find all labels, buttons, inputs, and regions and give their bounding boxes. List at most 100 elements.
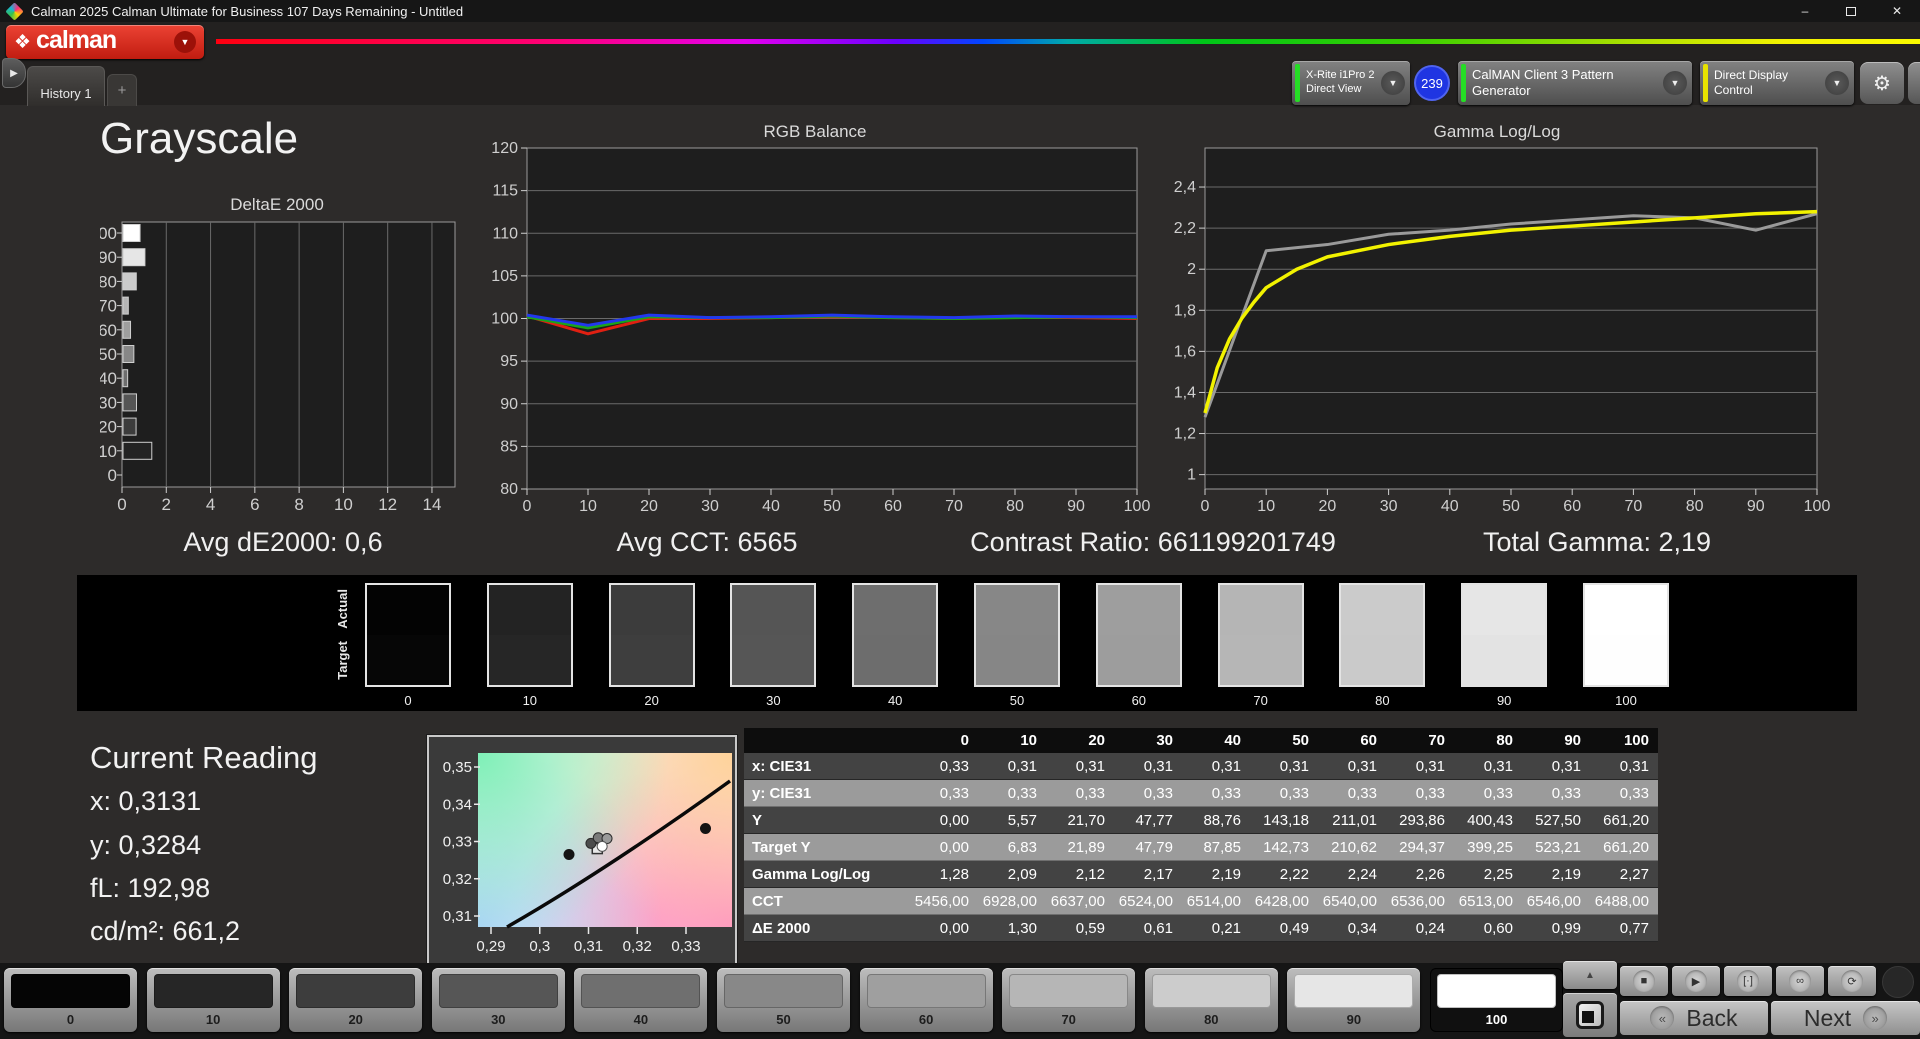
table-col-header-10: 10 <box>978 728 1046 753</box>
table-row-label: y: CIE31 <box>744 780 910 807</box>
svg-text:1,8: 1,8 <box>1174 302 1196 319</box>
pattern-window-button[interactable] <box>1563 993 1617 1037</box>
swatch-actual-half <box>1585 585 1667 635</box>
table-row-label: Y <box>744 807 910 834</box>
table-cell-50: 143,18 <box>1250 807 1318 834</box>
app-header: ❖ calman ▼ ▶ History 1 + X-Rite i1Pro 2D… <box>0 22 1920 106</box>
back-button[interactable]: « Back <box>1620 1001 1768 1035</box>
svg-text:60: 60 <box>100 321 117 340</box>
swatch-level-label: 80 <box>1375 693 1390 708</box>
table-cell-20: 21,70 <box>1046 807 1114 834</box>
pattern-level-label: 90 <box>1346 1012 1362 1027</box>
svg-text:70: 70 <box>1625 498 1643 515</box>
svg-text:60: 60 <box>884 498 902 515</box>
svg-text:10: 10 <box>334 495 353 514</box>
collapse-tray-button[interactable]: ▲ <box>1563 961 1617 989</box>
current-reading-y: y: 0,3284 <box>90 830 202 860</box>
strip-actual-label: Actual <box>335 589 350 629</box>
grayscale-swatch-70 <box>1217 583 1304 687</box>
table-col-header-70: 70 <box>1386 728 1454 753</box>
app-logo-icon <box>5 1 24 21</box>
grayscale-swatch-20 <box>608 583 695 687</box>
table-cell-50: 0,31 <box>1250 753 1318 780</box>
table-cell-100: 661,20 <box>1590 807 1658 834</box>
swatch-level-label: 40 <box>887 693 903 708</box>
meter-dropdown[interactable]: X-Rite i1Pro 2 Direct View ▼ <box>1292 61 1410 105</box>
svg-text:RGB Balance: RGB Balance <box>764 122 867 141</box>
grayscale-swatch-30 <box>730 583 817 687</box>
table-cell-90: 523,21 <box>1522 834 1590 861</box>
loop-button[interactable]: ⟳ <box>1828 966 1876 996</box>
display-control-dropdown[interactable]: Direct Display Control ▼ <box>1700 61 1854 105</box>
stop-button[interactable]: ■ <box>1620 966 1668 996</box>
settings-gear-button[interactable]: ⚙ <box>1860 62 1904 104</box>
table-cell-0: 0,00 <box>910 834 978 861</box>
grayscale-swatch-100 <box>1583 583 1669 687</box>
svg-text:10: 10 <box>579 498 597 515</box>
add-tab-button[interactable]: + <box>107 74 137 106</box>
svg-text:50: 50 <box>100 345 117 364</box>
current-reading-cdm2: cd/m²: 661,2 <box>90 916 241 946</box>
svg-text:2: 2 <box>1187 261 1196 278</box>
pattern-level-button-30[interactable]: 30 <box>431 968 565 1032</box>
single-measure-button[interactable]: [·] <box>1724 966 1772 996</box>
table-corner-cell <box>744 728 910 753</box>
pattern-level-button-70[interactable]: 70 <box>1002 968 1136 1032</box>
pattern-level-label: 10 <box>205 1012 221 1027</box>
table-cell-90: 0,31 <box>1522 753 1590 780</box>
close-button[interactable]: ✕ <box>1874 0 1920 22</box>
pattern-level-chip <box>1009 974 1129 1008</box>
table-cell-30: 0,61 <box>1114 915 1182 942</box>
pattern-level-button-100[interactable]: 100 <box>1430 968 1563 1032</box>
pattern-level-button-80[interactable]: 80 <box>1144 968 1278 1032</box>
tab-scroll-button[interactable]: ▶ <box>2 58 26 88</box>
svg-text:DeltaE 2000: DeltaE 2000 <box>230 195 324 214</box>
table-col-header-0: 0 <box>910 728 978 753</box>
svg-text:90: 90 <box>500 396 518 413</box>
table-cell-70: 294,37 <box>1386 834 1454 861</box>
current-reading-x: x: 0,3131 <box>90 786 202 816</box>
table-cell-40: 88,76 <box>1182 807 1250 834</box>
maximize-button[interactable] <box>1828 0 1874 22</box>
pattern-level-button-10[interactable]: 10 <box>146 968 280 1032</box>
table-cell-90: 0,33 <box>1522 780 1590 807</box>
table-cell-30: 6524,00 <box>1114 888 1182 915</box>
play-button[interactable]: ▶ <box>1672 966 1720 996</box>
svg-text:50: 50 <box>823 498 841 515</box>
table-cell-70: 2,26 <box>1386 861 1454 888</box>
svg-text:Gamma Log/Log: Gamma Log/Log <box>1434 122 1561 141</box>
svg-text:20: 20 <box>640 498 658 515</box>
svg-text:0: 0 <box>108 466 117 485</box>
table-cell-100: 6488,00 <box>1590 888 1658 915</box>
pattern-level-button-40[interactable]: 40 <box>574 968 708 1032</box>
swatch-actual-half <box>488 585 571 635</box>
maximize-icon <box>1846 6 1856 16</box>
grayscale-swatch-40 <box>852 583 939 687</box>
continuous-button[interactable]: ∞ <box>1776 966 1824 996</box>
pattern-generator-dropdown[interactable]: CalMAN Client 3 Pattern Generator ▼ <box>1458 61 1692 105</box>
table-cell-40: 2,19 <box>1182 861 1250 888</box>
swatch-level-label: 60 <box>1131 693 1147 708</box>
pattern-level-button-50[interactable]: 50 <box>717 968 850 1032</box>
pattern-level-button-0[interactable]: 0 <box>4 968 137 1032</box>
table-col-header-60: 60 <box>1318 728 1386 753</box>
grayscale-swatch-strip: Actual Target 0 10 20 30 40 50 60 70 80 90 100 <box>77 575 1857 711</box>
next-button[interactable]: Next » <box>1771 1001 1920 1035</box>
minimize-button[interactable]: – <box>1782 0 1828 22</box>
table-cell-0: 0,00 <box>910 807 978 834</box>
collapse-panel-button[interactable]: ◀ <box>1908 62 1920 104</box>
pattern-level-button-90[interactable]: 90 <box>1287 968 1421 1032</box>
chevron-down-icon: ▼ <box>1381 71 1405 95</box>
tab-history-1[interactable]: History 1 <box>27 66 105 106</box>
pattern-level-button-20[interactable]: 20 <box>289 968 423 1032</box>
svg-text:0,32: 0,32 <box>443 871 472 888</box>
swatch-actual-half <box>1219 585 1302 635</box>
swatch-level-label: 10 <box>522 693 538 708</box>
table-cell-100: 0,33 <box>1590 780 1658 807</box>
meter-count-badge[interactable]: 239 <box>1414 65 1450 101</box>
pattern-level-label: 20 <box>348 1012 363 1027</box>
pattern-level-button-60[interactable]: 60 <box>859 968 993 1032</box>
stat-avg-de2000: Avg dE2000: 0,6 <box>183 527 383 557</box>
calman-menu-button[interactable]: ❖ calman ▼ <box>6 25 204 59</box>
table-cell-60: 0,31 <box>1318 753 1386 780</box>
